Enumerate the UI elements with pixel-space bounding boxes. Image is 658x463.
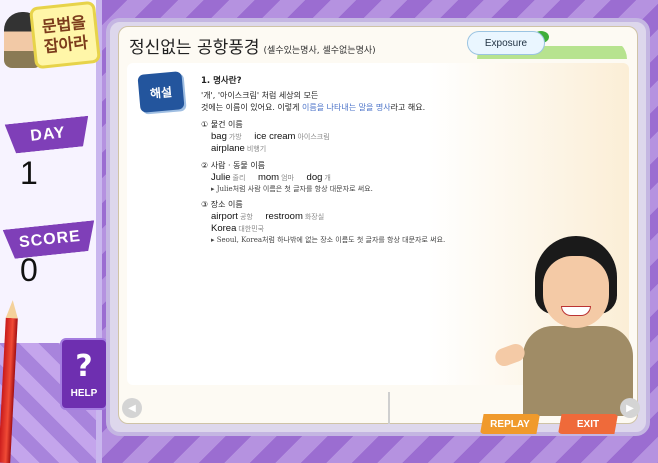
explanation-badge-icon: 해설	[137, 71, 185, 113]
example-word: airplane	[211, 143, 245, 154]
example-word: bag	[211, 131, 227, 142]
example-row: airplane 비행기	[211, 143, 451, 155]
section-objects: ① 물건 이름 bag 가방 ice cream 아이스크림 airplane 비행기	[201, 119, 451, 155]
section-note: ▸ Seoul, Korea처럼 하나밖에 없는 장소 이름도 첫 글자를 항상…	[211, 236, 446, 244]
section-people-animals: ② 사람 · 동물 이름 Julie 줄리 mom 엄마 dog 개 ▸ Julie처…	[201, 160, 451, 194]
question-mark-icon: ?	[75, 348, 93, 384]
example-meaning: 아이스크림	[297, 133, 330, 141]
prev-page-button[interactable]: ◀	[122, 398, 142, 418]
intro-text-c: 라고 해요.	[390, 103, 426, 112]
score-value: 0	[20, 252, 38, 288]
example-row: bag 가방 ice cream 아이스크림	[211, 131, 451, 143]
chevron-right-icon: ▶	[626, 402, 634, 414]
example-meaning: 줄리	[232, 174, 246, 182]
score-label: SCORE	[3, 220, 98, 259]
help-button[interactable]: ? HELP	[60, 338, 108, 410]
example-meaning: 엄마	[281, 174, 294, 182]
logo-card: 문법을 잡아라	[28, 0, 102, 70]
example-word: Julie	[211, 172, 231, 183]
teacher-illustration	[492, 236, 635, 416]
title-bar: 정신없는 공항풍경 (셀수있는명사, 셀수없는명사)	[129, 33, 376, 65]
help-label: HELP	[70, 387, 98, 399]
example-row: Korea 대한민국	[211, 223, 451, 235]
example-word: mom	[257, 172, 280, 183]
replay-button[interactable]: REPLAY	[480, 414, 540, 434]
section-label: ② 사람 · 동물 이름	[201, 161, 266, 170]
lesson-text: 1. 명사란? '개', '아이스크림' 처럼 세상의 모든 것에는 이름이 있…	[201, 75, 451, 245]
example-meaning: 비행기	[246, 145, 267, 153]
section-label: ① 물건 이름	[201, 120, 243, 129]
example-word: airport	[211, 211, 238, 222]
app-logo: 문법을 잡아라	[4, 0, 102, 70]
logo-line2: 잡아라	[43, 32, 89, 57]
page-title: 정신없는 공항풍경	[129, 38, 260, 58]
example-row: Julie 줄리 mom 엄마 dog 개	[211, 172, 451, 184]
example-word: restroom	[265, 211, 303, 222]
intro-highlight: 이름을 나타내는 말을 명사	[302, 103, 391, 112]
example-row: airport 공항 restroom 화장실	[211, 211, 451, 223]
app-stage: 문법을 잡아라 DAY 1 SCORE 0 ? HELP 정신없는 공항풍경 (…	[0, 0, 658, 463]
example-word: dog	[306, 172, 323, 183]
example-word: ice cream	[254, 131, 296, 142]
teacher-body	[523, 326, 633, 416]
intro-text-b: 것에는 이름이 있어요. 이렇게	[201, 103, 303, 112]
section-places: ③ 장소 이름 airport 공항 restroom 화장실 Korea 대한민국 …	[201, 199, 451, 245]
example-meaning: 가방	[228, 133, 242, 141]
lesson-heading: 1. 명사란?	[201, 76, 242, 86]
lesson-intro: '개', '아이스크림' 처럼 세상의 모든 것에는 이름이 있어요. 이렇게 …	[201, 90, 451, 114]
intro-text-a: '개', '아이스크림' 처럼 세상의 모든	[201, 91, 319, 100]
example-meaning: 개	[324, 174, 331, 182]
day-label: DAY	[5, 116, 92, 155]
example-word: Korea	[211, 223, 237, 234]
page-divider	[388, 392, 390, 424]
exit-button[interactable]: EXIT	[558, 414, 618, 434]
teacher-face	[543, 256, 609, 328]
page-subtitle: (셀수있는명사, 셀수없는명사)	[263, 46, 376, 56]
next-page-button[interactable]: ▶	[620, 398, 640, 418]
exposure-badge: Exposure	[467, 31, 545, 55]
section-label: ③ 장소 이름	[201, 200, 243, 209]
example-meaning: 화장실	[304, 213, 325, 221]
day-value: 1	[20, 155, 38, 191]
chevron-left-icon: ◀	[128, 402, 136, 414]
example-meaning: 공항	[239, 213, 253, 221]
section-note: ▸ Julie처럼 사람 이름은 첫 글자를 항상 대문자로 써요.	[211, 185, 373, 193]
example-meaning: 대한민국	[238, 225, 265, 233]
